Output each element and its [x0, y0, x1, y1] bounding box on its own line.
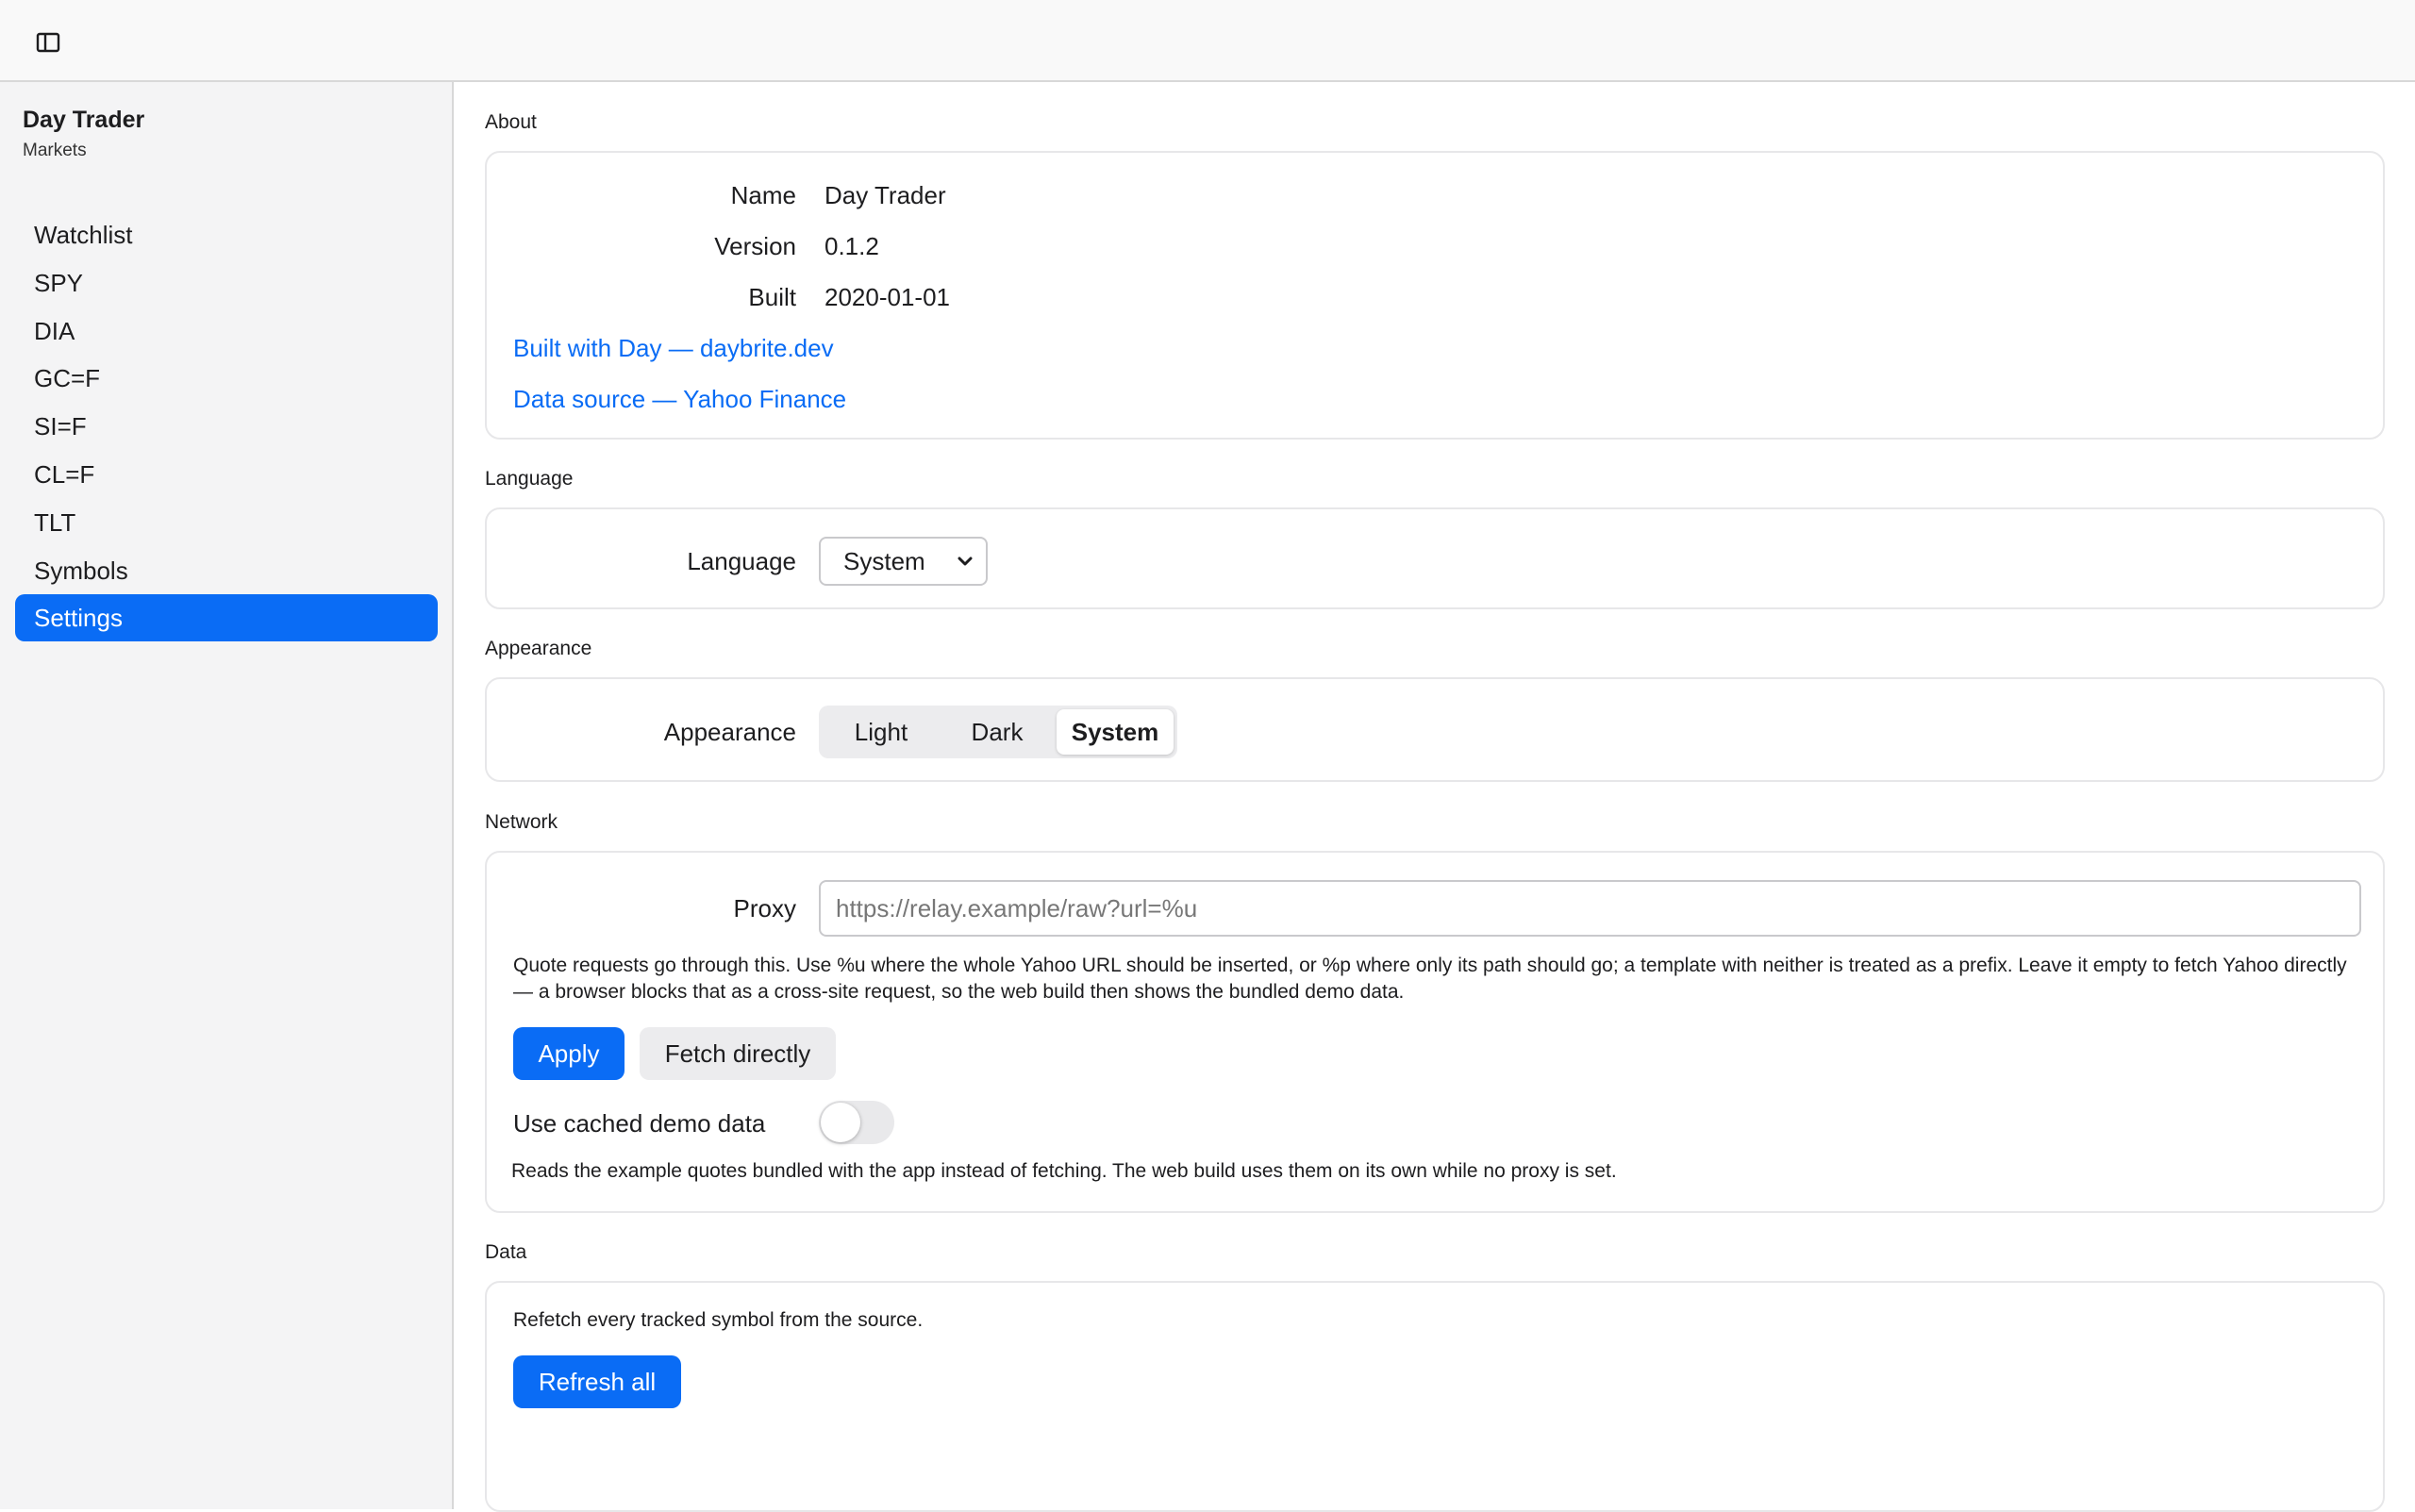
version-label: Version [714, 232, 796, 260]
sidebar-toggle-icon[interactable] [32, 26, 64, 58]
language-select-value: System [843, 547, 925, 575]
language-label: Language [687, 547, 796, 575]
sidebar-item-si-f[interactable]: SI=F [15, 403, 438, 450]
sidebar-item-cl-f[interactable]: CL=F [15, 451, 438, 498]
about-heading: About [485, 111, 537, 133]
toggle-knob [821, 1103, 860, 1142]
cached-demo-label: Use cached demo data [513, 1109, 766, 1138]
sidebar-item-tlt[interactable]: TLT [15, 499, 438, 546]
appearance-option-light[interactable]: Light [823, 709, 940, 755]
name-label: Name [730, 181, 796, 209]
apply-button[interactable]: Apply [513, 1027, 625, 1080]
built-value: 2020-01-01 [824, 283, 950, 311]
top-bar [0, 0, 2415, 82]
sidebar-nav: Watchlist SPY DIA GC=F SI=F CL=F TLT Sym… [15, 211, 438, 642]
cached-demo-help-text: Reads the example quotes bundled with th… [511, 1160, 1617, 1182]
appearance-heading: Appearance [485, 638, 592, 659]
language-heading: Language [485, 468, 574, 490]
refresh-all-button[interactable]: Refresh all [513, 1355, 681, 1408]
settings-main: About Name Day Trader Version 0.1.2 Buil… [456, 82, 2415, 1512]
data-help-text: Refetch every tracked symbol from the so… [513, 1309, 924, 1331]
fetch-directly-button[interactable]: Fetch directly [640, 1027, 836, 1080]
data-heading: Data [485, 1241, 527, 1263]
sidebar-item-symbols[interactable]: Symbols [15, 547, 438, 594]
data-card: Refetch every tracked symbol from the so… [485, 1281, 2385, 1512]
name-value: Day Trader [824, 181, 946, 209]
proxy-input[interactable] [819, 880, 2361, 937]
sidebar: Day Trader Markets Watchlist SPY DIA GC=… [0, 82, 454, 1509]
language-select[interactable]: System [819, 537, 988, 586]
chevron-down-icon [958, 557, 973, 566]
app-title: Day Trader [23, 107, 145, 133]
built-with-link[interactable]: Built with Day — daybrite.dev [513, 334, 834, 363]
appearance-segmented-control: Light Dark System [819, 706, 1177, 758]
cached-demo-toggle[interactable] [819, 1101, 894, 1144]
appearance-label: Appearance [663, 718, 796, 746]
sidebar-item-settings[interactable]: Settings [15, 594, 438, 642]
proxy-help-text: Quote requests go through this. Use %u w… [513, 955, 2347, 1003]
network-heading: Network [485, 811, 558, 833]
data-source-link[interactable]: Data source — Yahoo Finance [513, 385, 846, 414]
appearance-option-dark[interactable]: Dark [940, 709, 1055, 755]
appearance-option-system[interactable]: System [1057, 709, 1174, 755]
sidebar-item-watchlist[interactable]: Watchlist [15, 211, 438, 258]
sidebar-item-gc-f[interactable]: GC=F [15, 355, 438, 402]
sidebar-item-spy[interactable]: SPY [15, 259, 438, 307]
version-value: 0.1.2 [824, 232, 879, 260]
sidebar-item-dia[interactable]: DIA [15, 307, 438, 355]
appearance-card: Appearance Light Dark System [485, 677, 2385, 782]
language-card: Language System [485, 507, 2385, 609]
proxy-label: Proxy [733, 894, 796, 922]
app-subtitle: Markets [23, 141, 87, 160]
about-card: Name Day Trader Version 0.1.2 Built 2020… [485, 151, 2385, 440]
built-label: Built [748, 283, 796, 311]
